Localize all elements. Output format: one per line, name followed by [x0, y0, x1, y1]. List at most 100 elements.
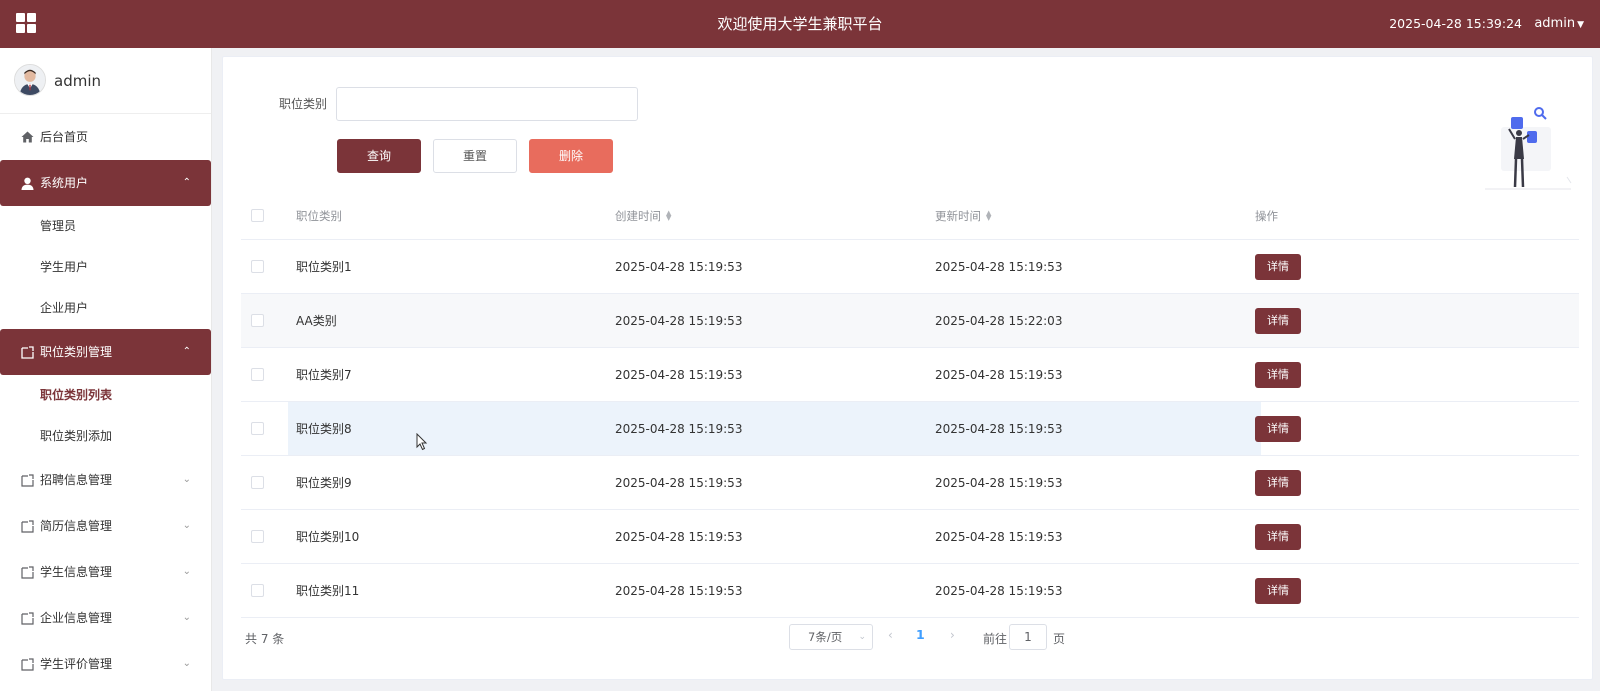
sidebar-item-recruitment[interactable]: 招聘信息管理 ⌄ — [0, 457, 211, 503]
cell-updated: 2025-04-28 15:19:53 — [935, 475, 1063, 490]
folder-icon — [20, 641, 34, 687]
sidebar-item-label: 后台首页 — [40, 130, 89, 144]
column-header-label: 更新时间 — [935, 208, 981, 223]
select-all-checkbox[interactable] — [251, 209, 264, 222]
sidebar-item-job-category[interactable]: 职位类别管理 ⌃ — [0, 329, 211, 375]
sidebar-item-company-info[interactable]: 企业信息管理 ⌄ — [0, 595, 211, 641]
table-row[interactable]: AA类别 2025-04-28 15:19:53 2025-04-28 15:2… — [241, 294, 1579, 348]
cell-name: AA类别 — [296, 314, 337, 328]
chevron-down-icon: ⌄ — [182, 612, 191, 623]
page-size-select[interactable]: 7条/页 ⌄ — [789, 624, 873, 650]
sidebar-item-dashboard[interactable]: 后台首页 — [0, 114, 211, 160]
cell-updated: 2025-04-28 15:19:53 — [935, 421, 1063, 436]
pagination-total: 共 7 条 — [245, 632, 285, 646]
avatar — [14, 64, 46, 96]
chevron-down-icon: ⌄ — [182, 520, 191, 531]
cell-name: 职位类别7 — [296, 368, 352, 382]
sidebar-item-admins[interactable]: 管理员 — [0, 206, 211, 247]
folder-icon — [20, 549, 34, 595]
folder-icon — [20, 329, 34, 375]
sidebar-item-student-info[interactable]: 学生信息管理 ⌄ — [0, 549, 211, 595]
prev-page-icon[interactable]: ‹ — [888, 628, 893, 642]
row-checkbox[interactable] — [251, 476, 264, 489]
cell-updated: 2025-04-28 15:19:53 — [935, 529, 1063, 544]
detail-button[interactable]: 详情 — [1255, 307, 1301, 334]
current-datetime: 2025-04-28 15:39:24 — [1389, 16, 1522, 31]
page-size-value: 7条/页 — [808, 630, 843, 644]
cell-created: 2025-04-28 15:19:53 — [615, 259, 743, 274]
sort-icon: ▲ ▼ — [986, 208, 992, 222]
sidebar-item-label: 学生评价管理 — [40, 657, 113, 671]
chevron-up-icon: ⌃ — [182, 177, 191, 188]
sidebar-item-label: 简历信息管理 — [40, 519, 113, 533]
detail-button[interactable]: 详情 — [1255, 577, 1301, 604]
column-header-name: 职位类别 — [296, 208, 342, 223]
cell-name: 职位类别1 — [296, 260, 352, 274]
sidebar-profile: admin — [0, 48, 211, 114]
sidebar-item-label: 招聘信息管理 — [40, 473, 113, 487]
user-icon — [20, 160, 34, 206]
goto-suffix: 页 — [1053, 632, 1066, 646]
grid-menu-icon[interactable] — [16, 13, 36, 33]
table-row[interactable]: 职位类别11 2025-04-28 15:19:53 2025-04-28 15… — [241, 564, 1579, 618]
cell-created: 2025-04-28 15:19:53 — [615, 475, 743, 490]
column-header-operation: 操作 — [1255, 208, 1278, 223]
cell-created: 2025-04-28 15:19:53 — [615, 367, 743, 382]
goto-page-input[interactable] — [1009, 624, 1047, 650]
page-title: 欢迎使用大学生兼职平台 — [717, 15, 883, 33]
goto-label: 前往 — [983, 632, 1008, 646]
home-icon — [20, 114, 34, 160]
folder-icon — [20, 503, 34, 549]
row-checkbox[interactable] — [251, 530, 264, 543]
sidebar-item-job-category-add[interactable]: 职位类别添加 — [0, 416, 211, 457]
cell-created: 2025-04-28 15:19:53 — [615, 583, 743, 598]
chevron-up-icon: ⌃ — [182, 346, 191, 357]
column-header-label: 创建时间 — [615, 208, 661, 223]
sidebar-item-resume[interactable]: 简历信息管理 ⌄ — [0, 503, 211, 549]
detail-button[interactable]: 详情 — [1255, 253, 1301, 280]
cell-name: 职位类别8 — [296, 422, 352, 436]
table-row[interactable]: 职位类别9 2025-04-28 15:19:53 2025-04-28 15:… — [241, 456, 1579, 510]
sidebar-item-student-review[interactable]: 学生评价管理 ⌄ — [0, 641, 211, 687]
chevron-down-icon: ▼ — [1577, 20, 1584, 30]
top-header: 欢迎使用大学生兼职平台 2025-04-28 15:39:24 admin ▼ — [0, 0, 1600, 48]
table-row[interactable]: 职位类别10 2025-04-28 15:19:53 2025-04-28 15… — [241, 510, 1579, 564]
user-dropdown[interactable]: admin ▼ — [1534, 0, 1584, 49]
sidebar-item-student-users[interactable]: 学生用户 — [0, 247, 211, 288]
row-checkbox[interactable] — [251, 584, 264, 597]
sidebar: admin 后台首页 系统用户 ⌃ 管理员 学生用户 企业用户 职位类别管理 ⌃… — [0, 48, 212, 691]
row-hover-highlight — [288, 402, 1261, 455]
row-checkbox[interactable] — [251, 368, 264, 381]
cell-name: 职位类别9 — [296, 476, 352, 490]
next-page-icon[interactable]: › — [950, 628, 955, 642]
table-row[interactable]: 职位类别1 2025-04-28 15:19:53 2025-04-28 15:… — [241, 240, 1579, 294]
detail-button[interactable]: 详情 — [1255, 469, 1301, 496]
page-number-current[interactable]: 1 — [916, 627, 925, 642]
chevron-down-icon: ⌄ — [182, 474, 191, 485]
cell-name: 职位类别10 — [296, 530, 360, 544]
table-header-row: 职位类别 创建时间 ▲ ▼ 更新时间 ▲ ▼ 操作 — [241, 192, 1579, 240]
cell-updated: 2025-04-28 15:19:53 — [935, 583, 1063, 598]
job-category-search-input[interactable] — [336, 87, 638, 121]
table-row[interactable]: 职位类别7 2025-04-28 15:19:53 2025-04-28 15:… — [241, 348, 1579, 402]
sidebar-item-system-users[interactable]: 系统用户 ⌃ — [0, 160, 211, 206]
cell-created: 2025-04-28 15:19:53 — [615, 421, 743, 436]
column-header-updated[interactable]: 更新时间 ▲ ▼ — [935, 192, 994, 239]
delete-button[interactable]: 删除 — [529, 139, 613, 173]
chevron-down-icon: ⌄ — [858, 632, 866, 642]
detail-button[interactable]: 详情 — [1255, 523, 1301, 550]
row-checkbox[interactable] — [251, 314, 264, 327]
sidebar-item-company-users[interactable]: 企业用户 — [0, 288, 211, 329]
job-category-table: 职位类别 创建时间 ▲ ▼ 更新时间 ▲ ▼ 操作 职位类别1 2025-04-28 1… — [241, 192, 1579, 618]
detail-button[interactable]: 详情 — [1255, 415, 1301, 442]
table-row[interactable]: 职位类别8 2025-04-28 15:19:53 2025-04-28 15:… — [241, 402, 1579, 456]
reset-button[interactable]: 重置 — [433, 139, 517, 173]
sidebar-item-job-category-list[interactable]: 职位类别列表 — [0, 375, 211, 416]
query-button[interactable]: 查询 — [337, 139, 421, 173]
cell-updated: 2025-04-28 15:22:03 — [935, 313, 1063, 328]
detail-button[interactable]: 详情 — [1255, 361, 1301, 388]
row-checkbox[interactable] — [251, 260, 264, 273]
row-checkbox[interactable] — [251, 422, 264, 435]
sidebar-item-label: 企业信息管理 — [40, 611, 113, 625]
column-header-created[interactable]: 创建时间 ▲ ▼ — [615, 192, 674, 239]
